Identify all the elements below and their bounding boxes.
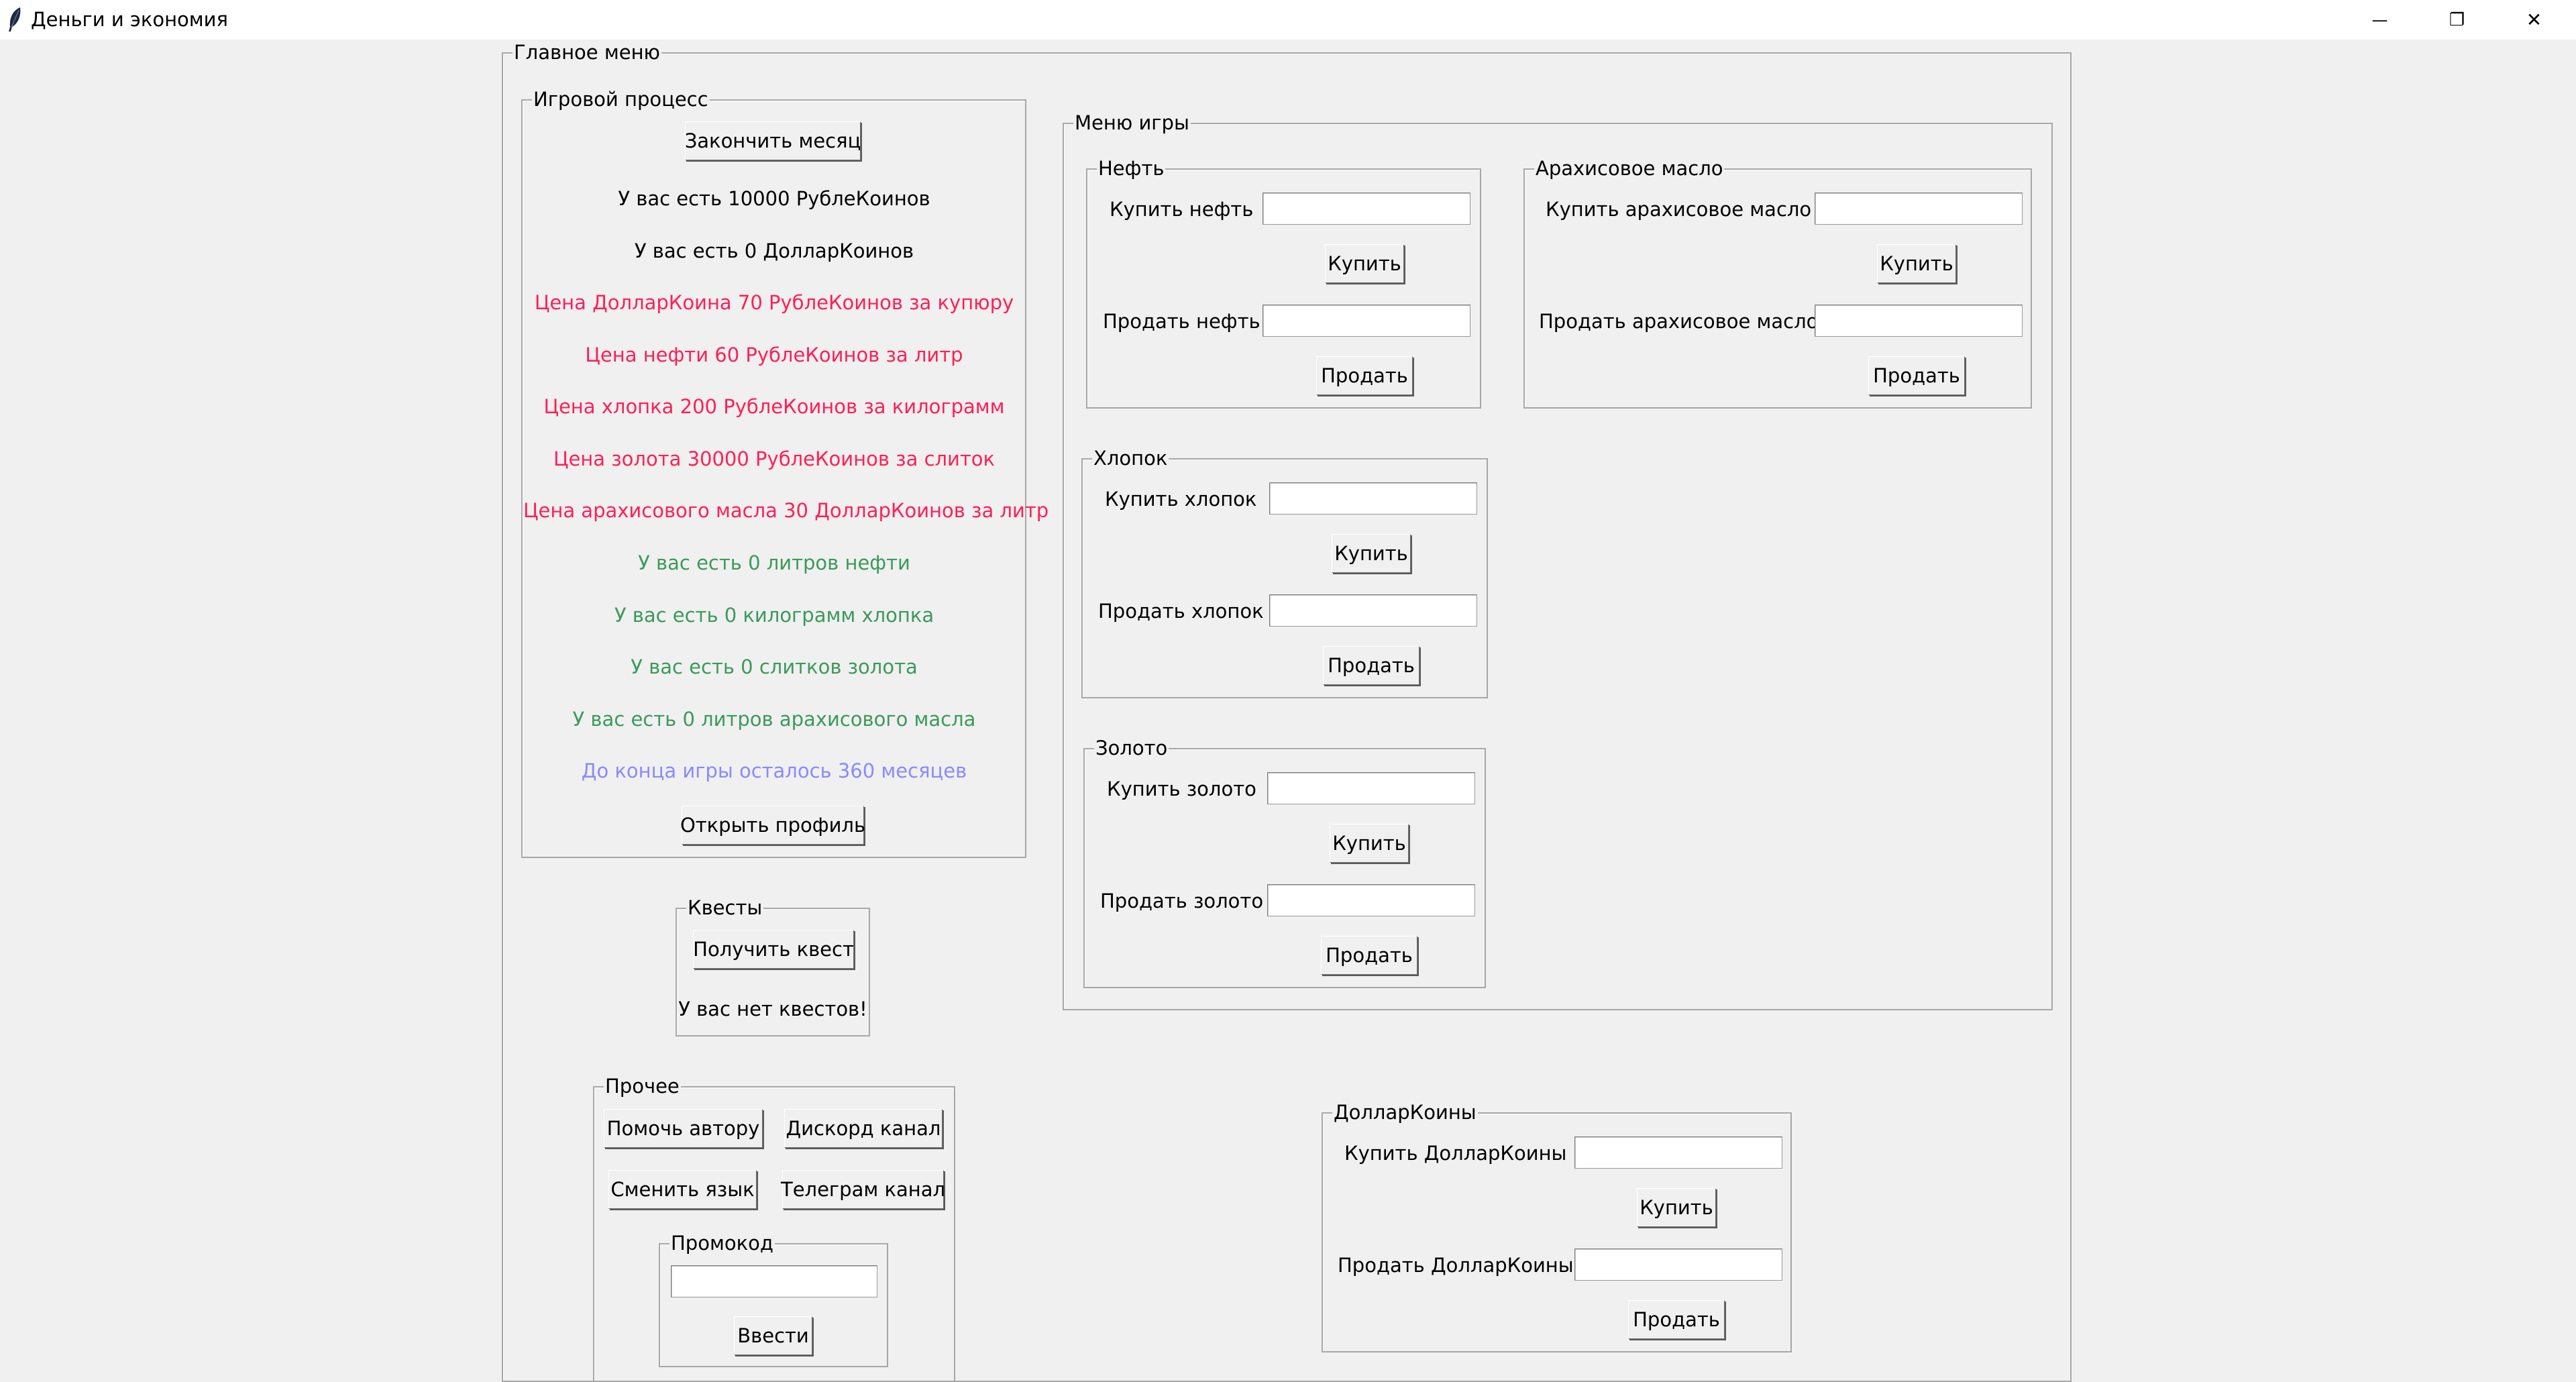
inventory-peanut-butter: У вас есть 0 литров арахисового масла bbox=[572, 708, 976, 731]
telegram-channel-button[interactable]: Телеграм канал bbox=[781, 1170, 945, 1209]
change-language-button[interactable]: Сменить язык bbox=[608, 1170, 757, 1209]
sell-cotton-label: Продать хлопок bbox=[1098, 600, 1264, 623]
sell-dollarcoins-input[interactable] bbox=[1574, 1248, 1782, 1281]
main-menu-label: Главное меню bbox=[513, 40, 661, 64]
sell-gold-label: Продать золото bbox=[1100, 890, 1264, 912]
buy-peanut-butter-button[interactable]: Купить bbox=[1877, 244, 1956, 283]
restore-button[interactable]: ❐ bbox=[2418, 0, 2496, 40]
sell-oil-input[interactable] bbox=[1263, 305, 1470, 337]
sell-gold-input[interactable] bbox=[1267, 884, 1475, 916]
buy-gold-input[interactable] bbox=[1267, 772, 1475, 804]
minimize-icon: — bbox=[2371, 10, 2388, 30]
buy-dollarcoins-input[interactable] bbox=[1574, 1136, 1782, 1169]
sell-peanut-butter-label: Продать арахисовое масло bbox=[1539, 310, 1819, 333]
price-dollarcoin: Цена ДолларКоина 70 РублеКоинов за купюр… bbox=[534, 291, 1014, 314]
price-oil: Цена нефти 60 РублеКоинов за литр bbox=[585, 343, 963, 366]
sell-dollarcoins-button[interactable]: Продать bbox=[1628, 1300, 1725, 1339]
title-bar: Деньги и экономия — ❐ ✕ bbox=[0, 0, 2576, 40]
buy-dollarcoins-button[interactable]: Купить bbox=[1637, 1188, 1716, 1227]
minimize-button[interactable]: — bbox=[2341, 0, 2418, 40]
buy-oil-label: Купить нефть bbox=[1110, 198, 1254, 221]
price-cotton: Цена хлопка 200 РублеКоинов за килограмм bbox=[543, 395, 1005, 418]
buy-cotton-input[interactable] bbox=[1269, 482, 1477, 515]
gold-label: Золото bbox=[1094, 736, 1169, 760]
sell-cotton-button[interactable]: Продать bbox=[1323, 646, 1419, 685]
close-button[interactable]: ✕ bbox=[2496, 0, 2573, 40]
help-author-button[interactable]: Помочь автору bbox=[604, 1109, 763, 1148]
sell-gold-button[interactable]: Продать bbox=[1321, 936, 1417, 975]
price-peanut-butter: Цена арахисового масла 30 ДолларКоинов з… bbox=[523, 499, 1049, 522]
get-quest-button[interactable]: Получить квест bbox=[693, 930, 854, 969]
months-left: До конца игры осталось 360 месяцев bbox=[581, 759, 967, 782]
end-month-button[interactable]: Закончить месяц bbox=[685, 121, 861, 160]
quests-label: Квесты bbox=[686, 896, 764, 920]
inventory-gold: У вас есть 0 слитков золота bbox=[631, 655, 918, 678]
game-menu-label: Меню игры bbox=[1073, 111, 1191, 135]
sell-dollarcoins-label: Продать ДолларКоины bbox=[1338, 1254, 1574, 1277]
sell-oil-button[interactable]: Продать bbox=[1316, 356, 1413, 395]
sell-peanut-butter-button[interactable]: Продать bbox=[1868, 356, 1965, 395]
price-gold: Цена золота 30000 РублеКоинов за слиток bbox=[553, 447, 996, 470]
dollarcoins-label: ДолларКоины bbox=[1332, 1100, 1478, 1124]
sell-oil-label: Продать нефть bbox=[1103, 310, 1260, 333]
cotton-label: Хлопок bbox=[1092, 446, 1169, 470]
sell-peanut-butter-input[interactable] bbox=[1815, 305, 2023, 337]
feather-icon bbox=[9, 7, 21, 32]
dollars-balance: У вас есть 0 ДолларКоинов bbox=[634, 240, 914, 262]
oil-label: Нефть bbox=[1097, 156, 1166, 180]
other-label: Прочее bbox=[604, 1074, 681, 1098]
game-process-label: Игровой процесс bbox=[532, 87, 710, 111]
restore-icon: ❐ bbox=[2449, 9, 2465, 30]
buy-dollarcoins-label: Купить ДолларКоины bbox=[1344, 1142, 1567, 1165]
close-icon: ✕ bbox=[2526, 9, 2542, 31]
inventory-oil: У вас есть 0 литров нефти bbox=[638, 551, 910, 574]
buy-peanut-butter-input[interactable] bbox=[1815, 193, 2023, 225]
game-process-frame: Игровой процесс bbox=[521, 87, 1026, 858]
open-profile-button[interactable]: Открыть профиль bbox=[680, 806, 865, 845]
buy-oil-button[interactable]: Купить bbox=[1325, 244, 1404, 283]
buy-cotton-label: Купить хлопок bbox=[1105, 488, 1257, 511]
buy-gold-button[interactable]: Купить bbox=[1330, 824, 1409, 863]
buy-cotton-button[interactable]: Купить bbox=[1332, 534, 1411, 573]
sell-cotton-input[interactable] bbox=[1269, 594, 1477, 627]
discord-channel-button[interactable]: Дискорд канал bbox=[784, 1109, 943, 1148]
buy-oil-input[interactable] bbox=[1263, 193, 1470, 225]
promo-label: Промокод bbox=[669, 1231, 775, 1255]
quest-status: У вас нет квестов! bbox=[678, 998, 867, 1020]
inventory-cotton: У вас есть 0 килограмм хлопка bbox=[614, 604, 934, 627]
window-title: Деньги и экономия bbox=[31, 8, 228, 31]
buy-peanut-butter-label: Купить арахисовое масло bbox=[1546, 198, 1812, 221]
enter-promo-button[interactable]: Ввести bbox=[734, 1316, 812, 1355]
rubles-balance: У вас есть 10000 РублеКоинов bbox=[618, 187, 930, 210]
promo-code-input[interactable] bbox=[671, 1265, 877, 1297]
peanut-butter-label: Арахисовое масло bbox=[1534, 156, 1725, 180]
buy-gold-label: Купить золото bbox=[1107, 778, 1256, 800]
